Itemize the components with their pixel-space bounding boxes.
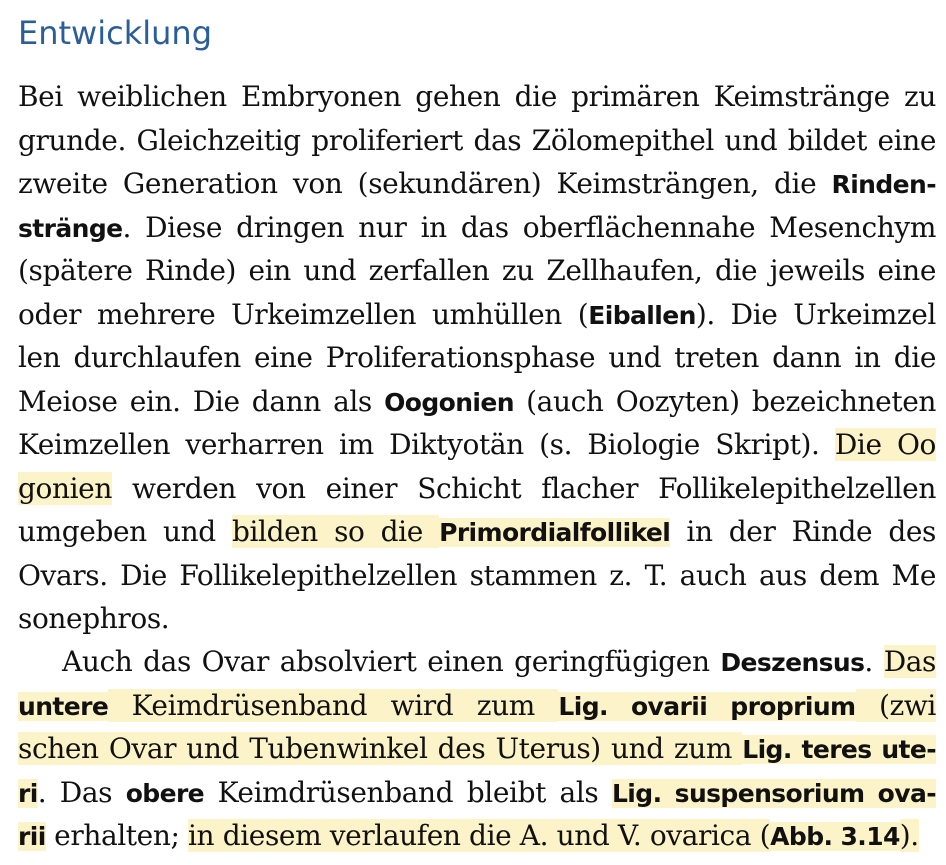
text-segment: Ovars. Die Follikelepithelzellen stammen… bbox=[18, 558, 936, 592]
text-line: rii erhalten; in diesem verlaufen die A.… bbox=[18, 814, 936, 858]
highlighted-text: Lig. teres ute- bbox=[742, 735, 937, 764]
text-line: gonien werden von einer Schicht flacher … bbox=[18, 467, 936, 511]
highlighted-text: bilden so die bbox=[231, 515, 440, 548]
highlighted-text: rii bbox=[18, 822, 46, 851]
paragraph-2: Auch das Ovar absolviert einen geringfüg… bbox=[18, 640, 937, 858]
text-segment: umgeben und bbox=[18, 515, 232, 548]
text-line: untere Keimdrüsenband wird zum Lig. ovar… bbox=[18, 684, 936, 728]
text-line: len durchlaufen eine Proliferationsphase… bbox=[18, 336, 936, 380]
text-segment: Keimdrüsenband bleibt als bbox=[204, 775, 612, 809]
bold-term: Rinden- bbox=[831, 170, 937, 199]
text-segment: (auch Oozyten) bezeichneten bbox=[513, 384, 936, 418]
text-segment: (spätere Rinde) ein und zerfallen zu Zel… bbox=[18, 254, 936, 287]
text-line: Bei weiblichen Embryonen gehen die primä… bbox=[18, 75, 936, 119]
highlighted-text: Primordialfollikel bbox=[439, 518, 671, 547]
text-line: Auch das Ovar absolviert einen geringfüg… bbox=[18, 640, 936, 684]
text-segment: . bbox=[864, 645, 884, 678]
text-segment: erhalten; bbox=[45, 819, 188, 852]
section-heading: Entwicklung bbox=[18, 14, 212, 52]
highlighted-text: untere bbox=[18, 691, 109, 721]
text-line: (spätere Rinde) ein und zerfallen zu Zel… bbox=[18, 249, 936, 293]
bold-term: Deszensus bbox=[720, 648, 865, 677]
text-segment: ). Die Urkeimzel bbox=[695, 297, 937, 331]
paragraph-1: Bei weiblichen Embryonen gehen die primä… bbox=[18, 75, 937, 641]
text-segment: Meiose ein. Die dann als bbox=[18, 384, 385, 418]
text-line: schen Ovar und Tubenwinkel des Uterus) u… bbox=[18, 727, 937, 771]
highlighted-text: Die Oo bbox=[834, 428, 936, 461]
text-segment: grunde. Gleichzeitig proliferiert das Zö… bbox=[18, 123, 936, 157]
highlighted-text: Lig. ovarii proprium bbox=[558, 691, 856, 721]
text-segment: werden von einer Schicht flacher Follike… bbox=[111, 471, 936, 505]
text-segment: Auch das Ovar absolviert einen geringfüg… bbox=[62, 645, 721, 678]
text-segment: sonephros. bbox=[18, 602, 170, 635]
text-line: stränge. Diese dringen nur in das oberfl… bbox=[18, 206, 936, 250]
bold-term: Oogonien bbox=[384, 387, 514, 417]
text-segment: Keimzellen verharren im Diktyotän (s. Bi… bbox=[18, 428, 835, 461]
bold-term: obere bbox=[125, 778, 205, 808]
text-line: umgeben und bilden so die Primordialfoll… bbox=[18, 510, 936, 554]
highlighted-text: schen Ovar und Tubenwinkel des Uterus) u… bbox=[18, 732, 743, 765]
text-line: zweite Generation von (sekundären) Keims… bbox=[18, 162, 937, 206]
text-line: sonephros. bbox=[18, 597, 936, 641]
text-segment: len durchlaufen eine Proliferationsphase… bbox=[18, 341, 936, 374]
text-line: oder mehrere Urkeimzellen umhüllen (Eiba… bbox=[18, 293, 936, 337]
highlighted-text: ri bbox=[18, 778, 38, 808]
highlighted-text: (zwi bbox=[855, 688, 936, 722]
text-line: ri. Das obere Keimdrüsenband bleibt als … bbox=[18, 771, 937, 815]
text-line: grunde. Gleichzeitig proliferiert das Zö… bbox=[18, 119, 936, 163]
highlighted-text: Abb. 3.14 bbox=[770, 822, 900, 851]
text-line: Meiose ein. Die dann als Oogonien (auch … bbox=[18, 380, 936, 424]
highlighted-text: gonien bbox=[18, 471, 112, 505]
text-segment: oder mehrere Urkeimzellen umhüllen ( bbox=[18, 297, 589, 331]
text-segment: in der Rinde des bbox=[670, 515, 936, 548]
highlighted-text: Lig. suspensorium ova- bbox=[611, 778, 937, 808]
text-segment: . Diese dringen nur in das oberflächenna… bbox=[122, 210, 936, 244]
text-segment: zweite Generation von (sekundären) Keims… bbox=[18, 167, 832, 200]
text-segment: Bei weiblichen Embryonen gehen die primä… bbox=[18, 80, 936, 113]
bold-term: stränge bbox=[18, 213, 123, 243]
highlighted-text: Das bbox=[883, 645, 936, 678]
highlighted-text: in diesem verlaufen die A. und V. ovaric… bbox=[188, 819, 771, 852]
highlighted-text: ). bbox=[899, 819, 919, 852]
text-segment: . Das bbox=[37, 775, 126, 809]
bold-term: Eiballen bbox=[588, 300, 696, 330]
text-line: Ovars. Die Follikelepithelzellen stammen… bbox=[18, 554, 936, 598]
text-line: Keimzellen verharren im Diktyotän (s. Bi… bbox=[18, 423, 936, 467]
highlighted-text: Keimdrüsenband wird zum bbox=[108, 688, 559, 722]
